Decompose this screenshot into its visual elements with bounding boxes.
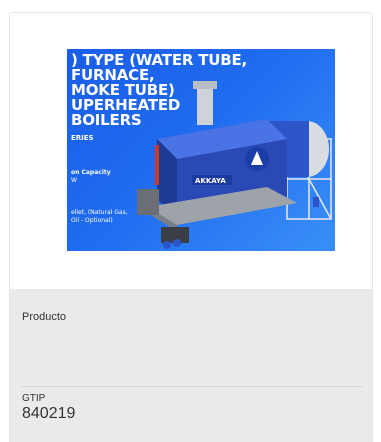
- product-info: Producto GTIP 840219: [10, 289, 372, 442]
- divider: [22, 386, 362, 387]
- gtip-value: 840219: [22, 405, 76, 422]
- product-image[interactable]: ) TYPE (WATER TUBE, FURNACE, MOKE TUBE) …: [67, 49, 335, 251]
- product-type-label: Producto: [22, 311, 67, 323]
- image-fuel-text: ellet, (Natural Gas, Oil - Optional): [71, 209, 128, 225]
- image-fuel-line: Oil - Optional): [71, 217, 113, 224]
- image-fuel-line: ellet, (Natural Gas,: [71, 209, 128, 216]
- gtip-label: GTIP: [22, 393, 46, 404]
- image-capacity-unit: W: [71, 177, 77, 184]
- image-series-text: ERIES: [71, 134, 94, 142]
- image-capacity-text: on Capacity W: [71, 169, 111, 185]
- product-card[interactable]: ) TYPE (WATER TUBE, FURNACE, MOKE TUBE) …: [9, 12, 373, 442]
- boiler-illustration: AKKAYA: [137, 81, 332, 249]
- image-brand-text: AKKAYA: [195, 177, 226, 185]
- product-image-area[interactable]: ) TYPE (WATER TUBE, FURNACE, MOKE TUBE) …: [10, 13, 372, 289]
- image-capacity-label: on Capacity: [71, 169, 111, 176]
